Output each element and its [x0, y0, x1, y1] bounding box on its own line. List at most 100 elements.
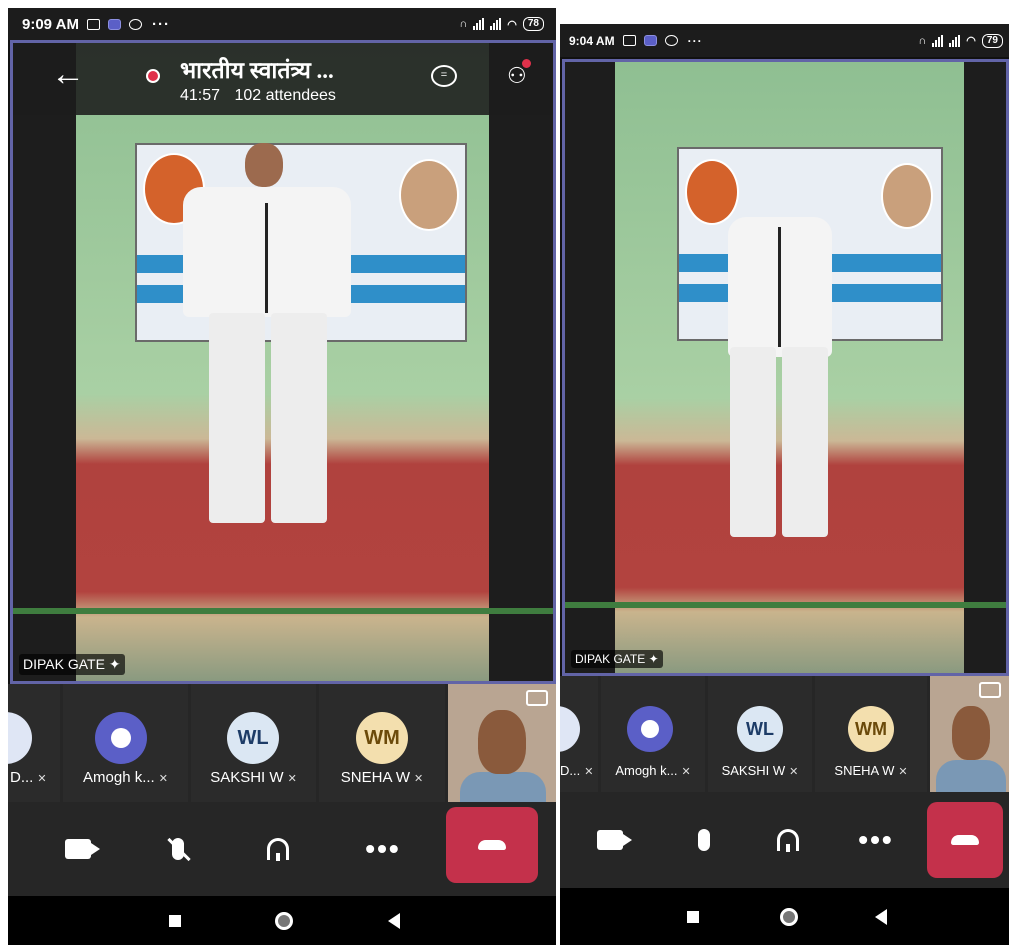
meeting-title: भारतीय स्वातंत्र्य ... — [180, 58, 334, 83]
meeting-duration: 41:57 — [180, 87, 221, 104]
avatar: WL — [227, 712, 279, 764]
participant-tile[interactable]: WM SNEHA W ✕ — [815, 676, 927, 792]
chat-icon[interactable]: = — [431, 65, 457, 87]
mic-off-icon: ✕ — [789, 766, 799, 778]
participant-tile[interactable]: WL SAKSHI W ✕ — [708, 676, 812, 792]
participant-tile[interactable]: WM SNEHA W ✕ — [319, 684, 445, 802]
avatar — [560, 706, 580, 752]
microphone-button[interactable] — [664, 792, 744, 888]
back-button[interactable] — [388, 912, 400, 929]
recents-button[interactable] — [169, 914, 181, 927]
participant-tile[interactable]: WL SAKSHI W ✕ — [191, 684, 316, 802]
main-video-feed[interactable]: ← भारतीय स्वातंत्र्य ... 41:57 102 atten… — [10, 40, 556, 684]
participant-name: D... ✕ — [560, 763, 594, 778]
video-letterbox-right — [489, 43, 553, 681]
mic-off-icon: ✕ — [681, 766, 691, 778]
recording-indicator — [146, 69, 160, 83]
participant-name: Amogh k... ✕ — [83, 769, 168, 786]
banner-portrait-2 — [881, 163, 933, 229]
banner-portrait-2 — [399, 159, 459, 231]
call-controls: ••• — [8, 802, 556, 896]
hang-up-icon — [951, 835, 979, 845]
more-icon: ••• — [858, 824, 894, 855]
pinned-name-text: DIPAK GATE — [23, 656, 105, 672]
wifi-icon: ◠ — [966, 35, 976, 47]
video-camera-icon — [65, 839, 100, 859]
mic-off-icon: ✕ — [413, 773, 424, 785]
back-arrow-icon[interactable]: ← — [51, 57, 85, 91]
hang-up-button[interactable] — [446, 807, 538, 883]
mute-button[interactable] — [138, 802, 218, 896]
participants-icon[interactable]: ⚇ — [507, 59, 531, 89]
meeting-info: 41:57 102 attendees — [180, 87, 346, 105]
participant-tile[interactable]: Amogh k... ✕ — [601, 676, 705, 792]
video-letterbox-right — [964, 62, 1006, 673]
status-bar: 9:04 AM ··· ∩ ◠ 79 — [560, 24, 1009, 57]
signal-icon — [932, 34, 944, 47]
more-options-button[interactable]: ••• — [836, 792, 916, 888]
avatar — [8, 712, 32, 764]
audio-button[interactable] — [238, 802, 318, 896]
teams-app-icon — [643, 35, 657, 46]
self-camera-preview[interactable] — [930, 676, 1009, 792]
recents-button[interactable] — [687, 910, 699, 923]
banner-portrait — [685, 159, 739, 225]
attendee-count: 102 attendees — [234, 87, 336, 104]
participant-name: Amogh k... ✕ — [615, 763, 691, 778]
pin-icon: ✦ — [108, 656, 121, 672]
meeting-header: ← भारतीय स्वातंत्र्य ... 41:57 102 atten… — [13, 43, 553, 115]
more-options-button[interactable]: ••• — [343, 802, 423, 896]
notification-dot — [521, 59, 531, 68]
participant-tile[interactable]: Amogh k... ✕ — [63, 684, 188, 802]
participant-strip: D... ✕ Amogh k... ✕ WL SAKSHI W ✕ WM SNEHA … — [560, 676, 1009, 792]
android-nav-bar — [560, 888, 1009, 945]
video-letterbox-left — [13, 43, 76, 681]
battery-icon: 79 — [981, 33, 1003, 48]
headset-icon — [777, 829, 799, 852]
wifi-icon: ◠ — [507, 18, 517, 31]
back-button[interactable] — [875, 908, 887, 925]
audio-button[interactable] — [748, 792, 828, 888]
signal-icon-2 — [949, 34, 961, 47]
self-camera-preview[interactable] — [448, 684, 556, 802]
participant-name: SNEHA W ✕ — [340, 769, 424, 786]
home-button[interactable] — [275, 911, 293, 930]
mic-off-icon: ✕ — [287, 773, 297, 785]
signal-icon — [473, 18, 485, 30]
rug-border — [565, 602, 1006, 608]
home-button[interactable] — [780, 907, 798, 926]
whatsapp-icon — [128, 18, 142, 30]
presenter-figure — [183, 143, 353, 543]
android-nav-bar — [8, 896, 556, 945]
camera-button[interactable] — [38, 802, 118, 896]
participant-name: SNEHA W ✕ — [834, 763, 908, 778]
mic-off-icon: ✕ — [37, 773, 47, 785]
avatar: WL — [737, 706, 783, 752]
participant-strip: D... ✕ Amogh k... ✕ WL SAKSHI W ✕ WM SNEHA … — [8, 684, 556, 802]
headphones-status-icon: ∩ — [459, 18, 468, 30]
pinned-name-text: DIPAK GATE — [575, 652, 646, 666]
headphones-status-icon: ∩ — [918, 34, 927, 47]
status-time: 9:09 AM — [22, 15, 79, 33]
hang-up-button[interactable] — [927, 802, 1003, 878]
notification-icon — [86, 18, 100, 30]
presenter-figure — [720, 217, 840, 547]
status-time: 9:04 AM — [569, 33, 615, 48]
avatar — [95, 712, 147, 764]
participant-tile[interactable]: D... ✕ — [560, 676, 598, 792]
battery-icon: 78 — [522, 17, 544, 31]
switch-camera-icon[interactable] — [979, 682, 1001, 698]
more-icon: ••• — [365, 833, 401, 864]
more-notifications-icon: ··· — [151, 15, 170, 33]
participant-name: SAKSHI W ✕ — [721, 763, 799, 778]
video-letterbox-left — [565, 62, 615, 673]
main-video-feed[interactable]: DIPAK GATE ✦ — [562, 59, 1009, 676]
mic-muted-icon — [172, 838, 184, 860]
left-phone-screen: 9:09 AM ··· ∩ ◠ 78 ← भारतीय स्वातंत्र्य … — [8, 8, 556, 945]
camera-button[interactable] — [570, 792, 650, 888]
switch-camera-icon[interactable] — [526, 690, 548, 706]
avatar: WM — [356, 712, 408, 764]
headset-icon — [267, 838, 289, 861]
participant-name: SAKSHI W ✕ — [210, 769, 297, 786]
participant-tile[interactable]: D... ✕ — [8, 684, 60, 802]
